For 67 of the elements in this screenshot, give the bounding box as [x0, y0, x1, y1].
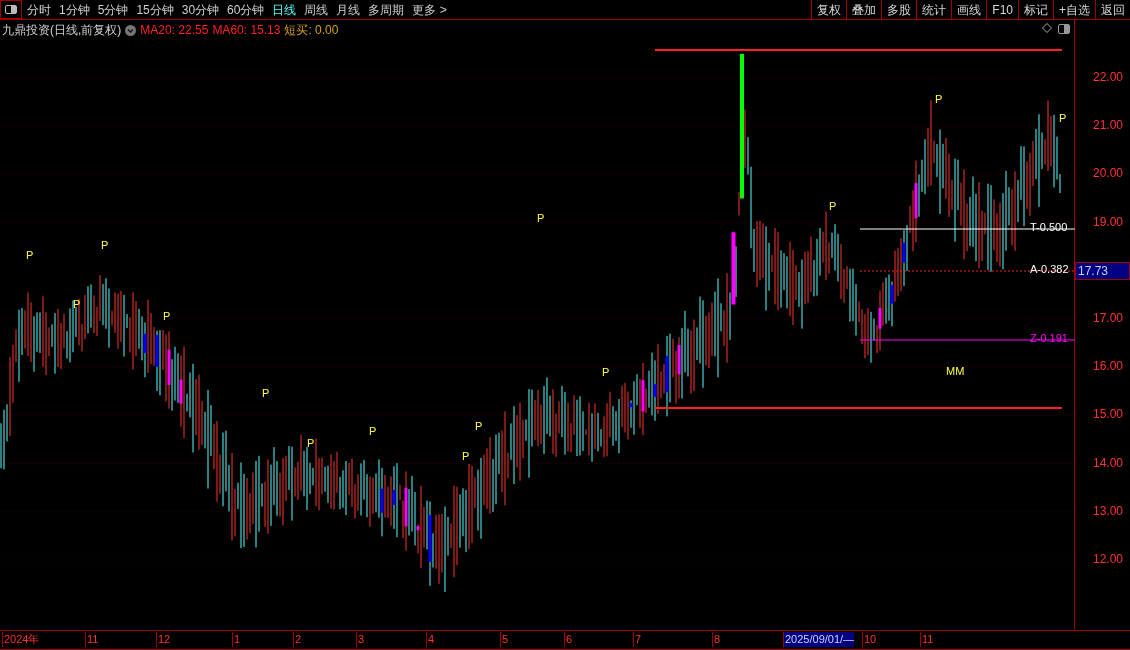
signal-marker: P [462, 451, 470, 462]
signal-marker: P [73, 299, 81, 310]
date-label: 2025/09/01/— [783, 632, 855, 647]
period-tab[interactable]: 60分钟 [227, 0, 265, 19]
toolbar-button[interactable]: 画线 [951, 0, 987, 19]
signal-marker: P [829, 201, 837, 212]
level-label: T-0.500 [1030, 222, 1068, 233]
date-label: 11 [920, 632, 934, 647]
signal-marker: P [1059, 113, 1067, 124]
price-tick: 15.00 [1093, 408, 1124, 421]
period-tab[interactable]: 分时 [27, 0, 51, 19]
toolbar-button[interactable]: 多股 [881, 0, 917, 19]
date-label: 6 [564, 632, 573, 647]
signal-marker: P [307, 438, 315, 449]
date-label: 8 [712, 632, 721, 647]
indicator-value: MA20: 22.55 [140, 22, 209, 39]
toolbar-button[interactable]: 返回 [1095, 0, 1130, 19]
date-label: 5 [500, 632, 509, 647]
period-tab[interactable]: 15分钟 [136, 0, 174, 19]
toolbar-button[interactable]: F10 [986, 0, 1018, 19]
price-tick: 17.00 [1093, 312, 1124, 324]
period-tab[interactable]: 日线 [272, 0, 297, 19]
price-tick: 16.00 [1093, 360, 1124, 373]
signal-marker: P [935, 94, 943, 105]
date-label: 2024年 [2, 632, 40, 647]
period-tab[interactable]: 5分钟 [97, 0, 129, 19]
toolbar-button[interactable]: 复权 [811, 0, 847, 19]
signal-marker: MM [946, 366, 965, 377]
chart-title: 九鼎投资(日线,前复权) [2, 22, 122, 39]
signal-marker: P [262, 388, 270, 399]
price-tick: 13.00 [1093, 504, 1124, 517]
price-tick: 20.00 [1093, 167, 1124, 180]
date-label: 3 [356, 632, 365, 647]
price-tick: 22.00 [1093, 71, 1124, 83]
current-price-badge: 17.73 [1075, 262, 1130, 280]
toolbar-button[interactable]: +自选 [1053, 0, 1095, 19]
signal-marker: P [26, 250, 34, 261]
level-label: A-0.382 [1030, 264, 1069, 275]
signal-marker: P [537, 213, 545, 224]
period-tab[interactable]: 30分钟 [181, 0, 220, 19]
toolbar-button[interactable]: 统计 [916, 0, 952, 19]
period-tab[interactable]: 更多 > [412, 0, 447, 19]
period-tab[interactable]: 周线 [304, 0, 329, 19]
price-tick: 21.00 [1093, 119, 1124, 132]
date-label: 10 [862, 632, 877, 647]
date-label: 7 [633, 632, 642, 647]
price-tick: 12.00 [1093, 553, 1124, 565]
level-label: Z-0.191 [1030, 333, 1068, 344]
toolbar-button[interactable]: 标记 [1018, 0, 1053, 19]
toolbar-button[interactable]: 叠加 [846, 0, 882, 19]
date-label: 2 [293, 632, 302, 647]
indicator-value: 短买: 0.00 [284, 22, 339, 39]
indicator-value: MA60: 15.13 [212, 22, 281, 39]
period-tab[interactable]: 1分钟 [59, 0, 90, 19]
price-tick: 14.00 [1093, 456, 1124, 469]
date-label: 12 [156, 632, 171, 647]
signal-marker: P [101, 240, 109, 251]
date-label: 11 [85, 632, 99, 647]
signal-marker: P [602, 367, 610, 378]
period-tab[interactable]: 多周期 [368, 0, 405, 19]
period-tab[interactable]: 月线 [336, 0, 361, 19]
signal-marker: P [369, 426, 377, 437]
price-tick: 19.00 [1093, 215, 1124, 228]
signal-marker: P [163, 311, 171, 322]
date-label: 4 [426, 632, 435, 647]
date-label: 1 [232, 632, 241, 647]
signal-marker: P [475, 421, 483, 432]
